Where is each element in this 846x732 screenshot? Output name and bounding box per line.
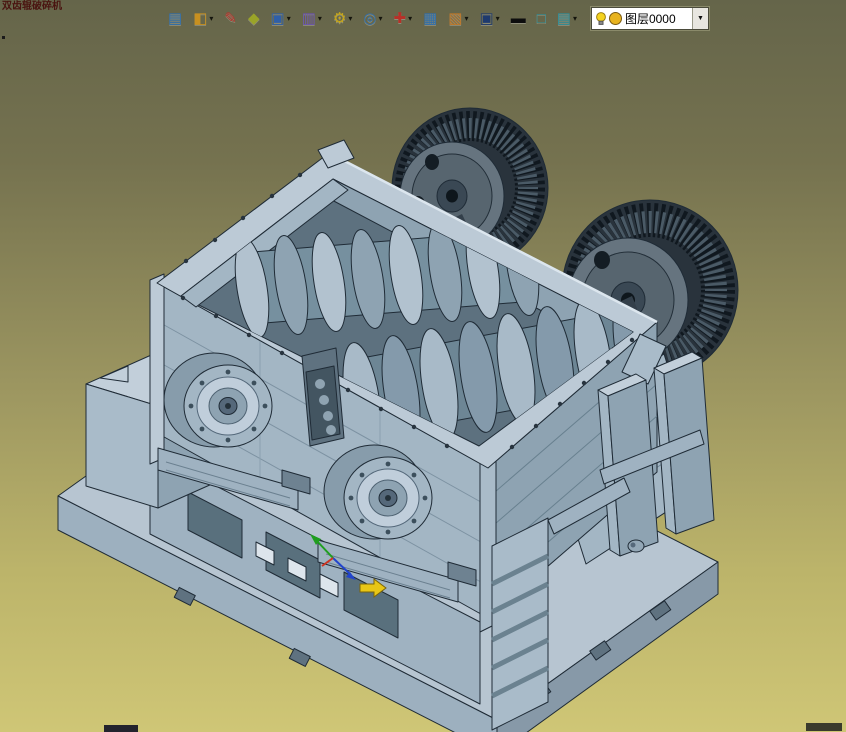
zoom-view-button[interactable]: ◎ ▾ xyxy=(358,8,387,30)
assembly-layers-icon: ▥ xyxy=(301,10,316,27)
grid-button[interactable]: ▦ xyxy=(418,8,442,30)
open-view-icon: ▤ xyxy=(168,10,183,27)
gear-tool-button[interactable]: ⚙ ▾ xyxy=(328,8,357,30)
zoom-view-icon: ◎ xyxy=(363,10,377,27)
display-settings-button[interactable]: ▣ ▾ xyxy=(474,8,504,30)
layer-name-label: 图层0000 xyxy=(624,12,676,26)
render-mode-button[interactable]: ◧ ▾ xyxy=(188,8,218,30)
chevron-down-icon: ▾ xyxy=(378,14,383,23)
cad-application-window: { "window": { "title_fragment": "双齿辊破碎机"… xyxy=(0,0,846,732)
layer-visibility-bulb-icon xyxy=(596,11,606,25)
move-tool-icon: ✚ xyxy=(393,10,407,27)
color-palette-button[interactable]: ◆ xyxy=(243,8,265,30)
chevron-down-icon: ▾ xyxy=(408,14,413,23)
model-viewport[interactable] xyxy=(0,0,846,732)
screen-artifact-bottom-left xyxy=(104,725,138,732)
chevron-down-icon: ▾ xyxy=(209,14,214,23)
line-width-icon: ▬ xyxy=(510,10,526,27)
measure-grid-button[interactable]: ▧ ▾ xyxy=(443,8,473,30)
open-view-button[interactable]: ▤ xyxy=(163,8,187,30)
screen-artifact-dot xyxy=(2,36,5,39)
measure-grid-icon: ▧ xyxy=(448,10,463,27)
layer-color-swatch xyxy=(608,12,622,25)
display-settings-icon: ▣ xyxy=(479,10,494,27)
solid-feature-button[interactable]: ▣ ▾ xyxy=(266,8,296,30)
main-toolbar: ▤ ◧ ▾ ✎ ◆ ▣ ▾ ▥ ▾ ⚙ ▾ ◎ ▾ ✚ ▾ ▦ ▧ ▾ ▣ ▾ ▬ □ ▤ ▾ 图… xyxy=(163,7,709,30)
render-mode-icon: ◧ xyxy=(193,10,208,27)
sketch-pen-icon: ✎ xyxy=(224,10,237,27)
gear-tool-icon: ⚙ xyxy=(332,10,347,27)
color-palette-icon: ◆ xyxy=(247,10,260,27)
crusher-model[interactable] xyxy=(57,107,739,732)
move-tool-button[interactable]: ✚ ▾ xyxy=(389,8,418,30)
screen-artifact-bottom-right xyxy=(806,723,842,731)
frame-icon: □ xyxy=(536,10,546,27)
base-shaft-stub[interactable] xyxy=(627,539,645,553)
layer-dropdown-button[interactable]: ▼ xyxy=(691,8,708,29)
sheet-set-icon: ▤ xyxy=(556,10,571,27)
chevron-down-icon: ▾ xyxy=(348,14,353,23)
assembly-layers-button[interactable]: ▥ ▾ xyxy=(297,8,327,30)
sheet-set-button[interactable]: ▤ ▾ xyxy=(552,8,582,30)
chevron-down-icon: ▾ xyxy=(286,14,291,23)
layer-selector[interactable]: 图层0000 ▼ xyxy=(590,7,709,30)
chevron-down-icon: ▾ xyxy=(572,14,577,23)
dropdown-arrow-icon: ▼ xyxy=(696,15,704,22)
grid-icon: ▦ xyxy=(423,10,438,27)
frame-button[interactable]: □ xyxy=(532,8,551,30)
chevron-down-icon: ▾ xyxy=(317,14,322,23)
line-width-button[interactable]: ▬ xyxy=(506,8,531,30)
window-title-fragment: 双齿辊破碎机 xyxy=(2,1,62,12)
center-support-column[interactable] xyxy=(301,347,345,447)
sketch-pen-button[interactable]: ✎ xyxy=(219,8,242,30)
chevron-down-icon: ▾ xyxy=(495,14,500,23)
chevron-down-icon: ▾ xyxy=(464,14,469,23)
solid-feature-icon: ▣ xyxy=(270,10,285,27)
